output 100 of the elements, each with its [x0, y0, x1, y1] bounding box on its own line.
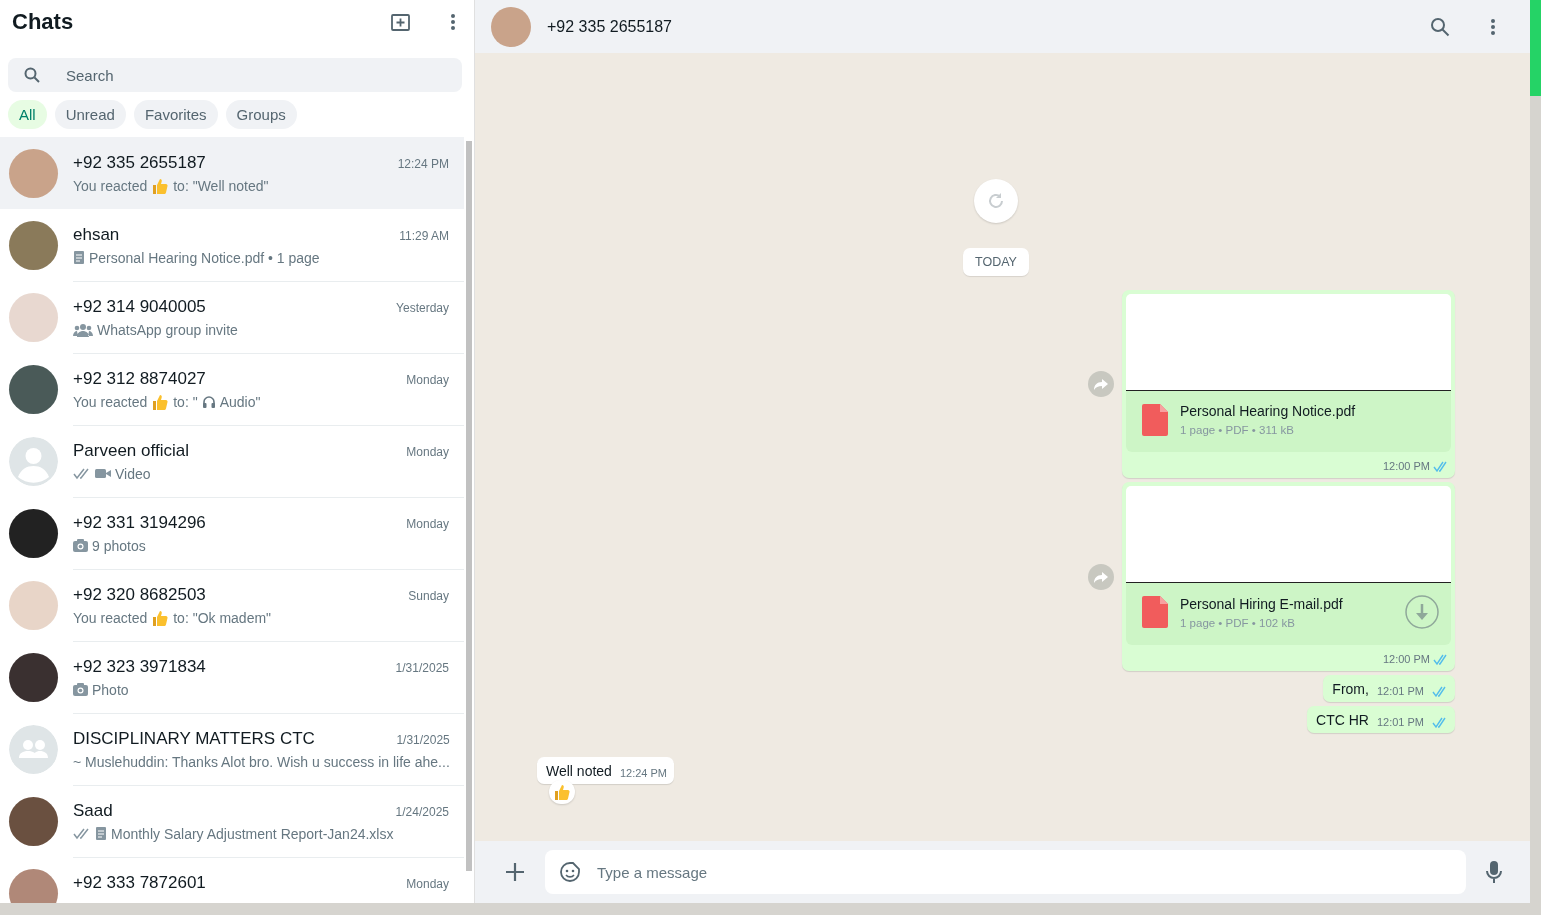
double-check-icon [1433, 460, 1449, 472]
chat-name: +92 335 2655187 [73, 152, 206, 173]
group-avatar [9, 724, 58, 774]
avatar-silhouette [9, 436, 58, 486]
file-info: 1 page • PDF • 102 kB [1180, 616, 1296, 629]
menu-icon[interactable] [450, 12, 456, 32]
chat-preview: You reacted [73, 177, 148, 194]
message-text: Well noted [546, 763, 612, 779]
avatar-photo [9, 652, 58, 702]
message-time: 12:00 PM [1382, 460, 1430, 472]
chat-item[interactable]: +92 335 2655187 12:24 PM You reacted to: "Well noted" [0, 137, 464, 209]
double-check-icon [73, 467, 91, 480]
thumbs-up-icon [553, 783, 571, 801]
chat-time: 1/24/2025 [395, 804, 449, 819]
chat-item[interactable]: +92 320 8682503 Sunday You reacted to: "Ok madem" [0, 569, 464, 641]
message-time: 12:01 PM [1376, 716, 1424, 728]
message-time: 12:01 PM [1376, 685, 1424, 697]
chat-name: +92 312 8874027 [73, 368, 206, 389]
chat-time: Monday [406, 444, 449, 459]
chat-preview: 9 photos [92, 537, 146, 554]
chat-item[interactable]: ehsan 11:29 AM Personal Hearing Notice.pdf • 1 page [0, 209, 464, 281]
people-icon [73, 322, 93, 337]
chat-item[interactable]: Parveen official Monday Video [0, 425, 464, 497]
chat-time: 12:24 PM [397, 156, 449, 171]
avatar-photo [9, 796, 58, 846]
chat-name: +92 323 3971834 [73, 656, 206, 677]
refresh-icon [987, 192, 1005, 210]
plus-icon[interactable] [505, 862, 525, 882]
document-message[interactable]: Personal Hearing Notice.pdf 1 page • PDF • 311 kB 12:00 PM [1122, 290, 1455, 478]
chat-item[interactable]: +92 331 3194296 Monday 9 photos [0, 497, 464, 569]
camera-icon [73, 539, 88, 552]
message-time: 12:00 PM [1382, 653, 1430, 665]
chat-time: Monday [406, 516, 449, 531]
scrollbar-thumb[interactable] [466, 141, 472, 871]
message-time: 12:24 PM [619, 767, 667, 779]
search-field[interactable]: Search [8, 58, 462, 92]
headphones-icon [201, 394, 216, 409]
chat-name: +92 314 9040005 [73, 296, 206, 317]
file-name: Personal Hiring E-mail.pdf [1180, 595, 1344, 612]
avatar-photo [9, 580, 58, 630]
new-chat-icon[interactable] [390, 12, 412, 32]
chat-name: DISCIPLINARY MATTERS CTC [73, 728, 315, 749]
chat-time: Sunday [408, 588, 449, 603]
filter-chip[interactable]: Groups [225, 100, 297, 129]
filter-chip[interactable]: All [8, 100, 47, 129]
video-camera-icon [95, 468, 111, 479]
chat-name: Parveen official [73, 440, 189, 461]
chat-preview: Photo [92, 681, 129, 698]
avatar-photo [9, 148, 58, 198]
double-check-icon [73, 827, 91, 840]
chat-item[interactable]: +92 314 9040005 Yesterday WhatsApp group invite [0, 281, 464, 353]
chat-time: Monday [406, 876, 449, 891]
chat-time: Yesterday [396, 300, 449, 315]
chat-preview: WhatsApp group invite [97, 321, 238, 338]
menu-icon[interactable] [1490, 16, 1496, 37]
search-icon[interactable] [1430, 16, 1450, 37]
chat-preview: ~ Muslehuddin: Thanks Alot bro. Wish u success in life ahe... [73, 753, 450, 770]
sticker-icon[interactable] [559, 861, 581, 883]
double-check-icon [1432, 686, 1448, 697]
chat-preview: You reacted [73, 609, 148, 626]
chat-time: 1/31/2025 [395, 660, 449, 675]
file-name: Personal Hearing Notice.pdf [1180, 403, 1357, 419]
sidebar-title: Chats [12, 9, 74, 35]
document-message[interactable]: Personal Hiring E-mail.pdf 1 page • PDF • 102 kB 12:00 PM [1122, 482, 1455, 671]
chat-item[interactable]: DISCIPLINARY MATTERS CTC 1/31/2025 ~ Muslehuddin: Thanks Alot bro. Wish u success in life ahe... [0, 713, 464, 785]
search-input[interactable]: Search [64, 65, 462, 85]
message-text: From, [1332, 681, 1369, 697]
chat-item[interactable]: Saad 1/24/2025 Monthly Salary Adjustment Report-Jan24.xlsx [0, 785, 464, 857]
chat-preview: You reacted [73, 393, 148, 410]
chat-preview: Personal Hearing Notice.pdf • 1 page [89, 249, 320, 266]
avatar-photo [9, 364, 58, 414]
message-text: CTC HR [1316, 712, 1369, 728]
chat-preview: to: "Ok madem" [173, 609, 272, 626]
thumbs-up-icon [151, 392, 170, 411]
file-info: 1 page • PDF • 311 kB [1180, 424, 1295, 436]
avatar-photo [9, 868, 58, 903]
scrollbar-thumb[interactable] [1530, 0, 1541, 903]
chat-item[interactable]: +92 333 7872601 Monday [0, 857, 464, 903]
microphone-icon[interactable] [1486, 860, 1502, 884]
contact-name: +92 335 2655187 [547, 17, 673, 36]
chat-time: 1/31/2025 [396, 732, 450, 747]
filter-chip[interactable]: Unread [54, 100, 126, 129]
avatar-photo [9, 292, 58, 342]
chat-name: +92 320 8682503 [73, 584, 206, 605]
document-icon [73, 250, 85, 265]
chat-item[interactable]: +92 312 8874027 Monday You reacted to: " Audio" [0, 353, 464, 425]
message-input[interactable]: Type a message [545, 850, 1466, 894]
pdf-file-icon [1142, 403, 1168, 436]
avatar-photo [491, 6, 531, 47]
chat-preview: Monthly Salary Adjustment Report-Jan24.xlsx [111, 825, 394, 842]
chat-preview: to: " [173, 393, 198, 410]
thumbs-up-icon [151, 608, 170, 627]
chat-time: 11:29 AM [399, 228, 449, 243]
chat-preview: to: "Well noted" [173, 177, 269, 194]
chat-name: +92 331 3194296 [73, 512, 206, 533]
chat-preview: Audio" [219, 393, 261, 410]
search-icon [24, 67, 40, 83]
filter-chip[interactable]: Favorites [133, 100, 218, 129]
chat-item[interactable]: +92 323 3971834 1/31/2025 Photo [0, 641, 464, 713]
thumbs-up-icon [151, 176, 170, 195]
